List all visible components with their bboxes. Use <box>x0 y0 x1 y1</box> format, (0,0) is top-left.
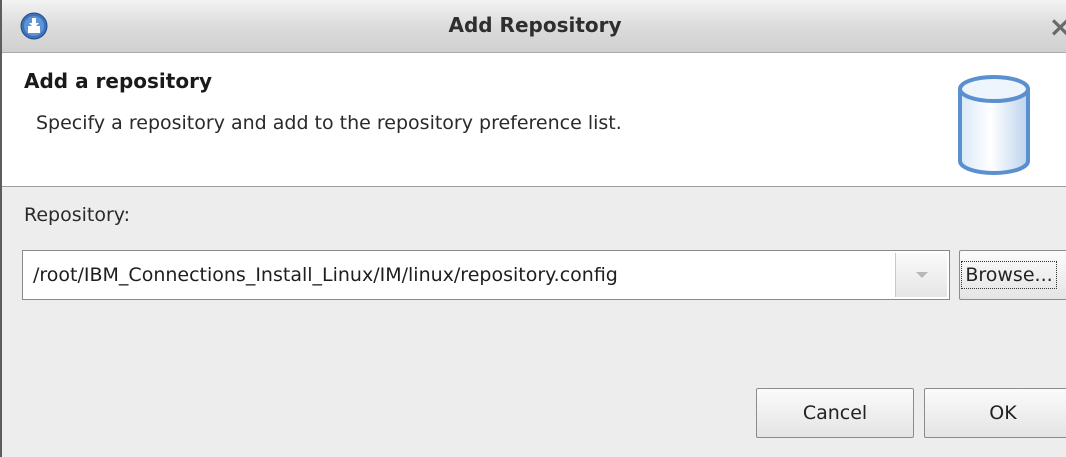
browse-button-label: Browse... <box>961 261 1057 289</box>
repository-cylinder-icon <box>958 75 1030 175</box>
cancel-button[interactable]: Cancel <box>756 388 914 438</box>
banner-description: Specify a repository and add to the repo… <box>36 112 622 134</box>
ok-button[interactable]: OK <box>924 388 1066 438</box>
chevron-down-icon <box>916 272 928 278</box>
close-icon[interactable]: × <box>1049 10 1066 43</box>
repository-label: Repository: <box>24 204 131 226</box>
repository-combo[interactable] <box>22 250 950 300</box>
browse-button[interactable]: Browse... <box>959 250 1066 300</box>
banner-title: Add a repository <box>24 69 212 93</box>
repository-input[interactable] <box>23 251 893 299</box>
repository-dropdown-button[interactable] <box>895 253 947 297</box>
window-title: Add Repository <box>448 13 622 37</box>
add-repository-dialog: Add Repository × Add a repository Specif… <box>0 0 1066 457</box>
title-bar[interactable]: Add Repository × <box>2 0 1066 53</box>
dialog-banner: Add a repository Specify a repository an… <box>2 53 1066 187</box>
